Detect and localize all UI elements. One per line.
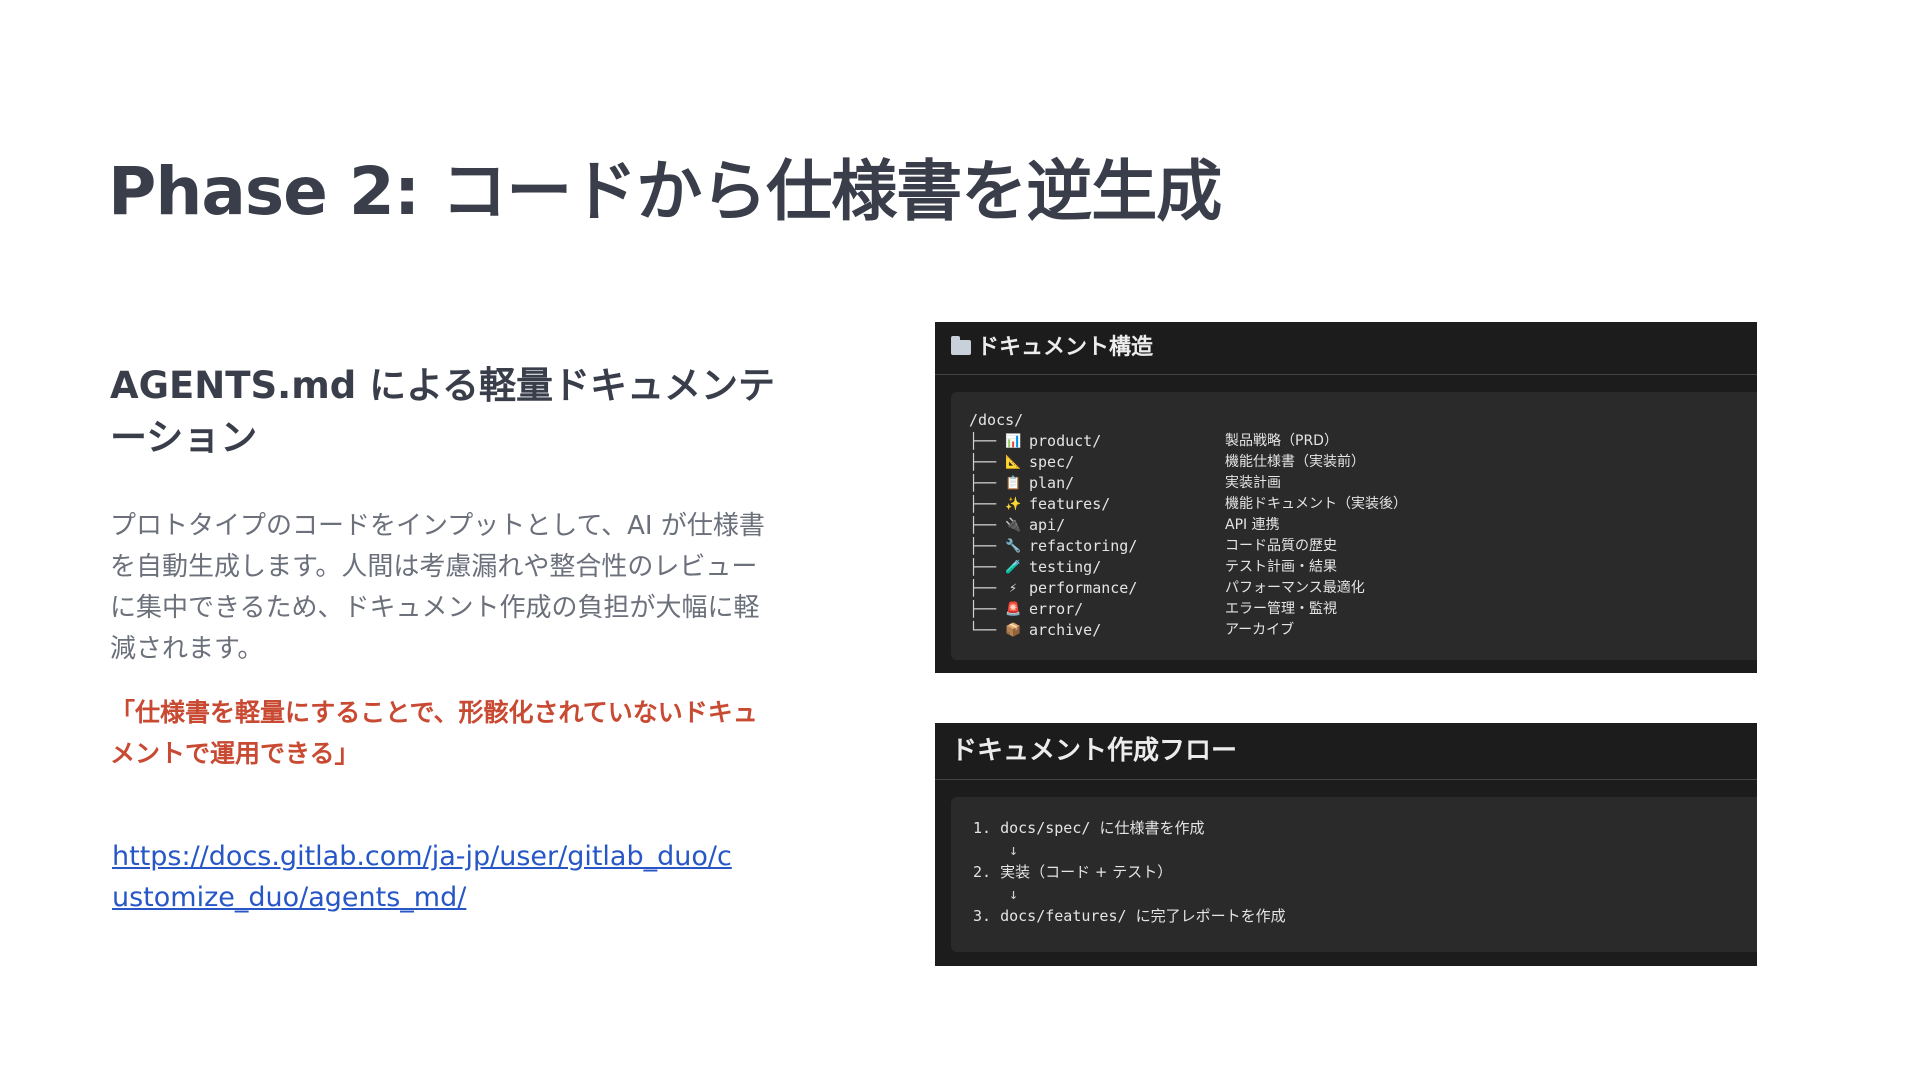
document-structure-panel: ドキュメント構造 /docs/ ├── 📊 product/製品戦略（PRD） ├──… (935, 322, 1757, 673)
agents-md-docs-link[interactable]: https://docs.gitlab.com/ja-jp/user/gitla… (112, 836, 732, 918)
flow-arrow-down-icon: ↓ (1009, 885, 1019, 903)
flow-step-2: 2. 実装（コード + テスト） (973, 861, 1757, 883)
plug-icon: 🔌 (1005, 518, 1022, 533)
tree-item-name: api/ (1029, 516, 1066, 534)
tree-branch: └── (969, 621, 997, 639)
tree-item-testing: ├── 🧪 testing/テスト計画・結果 (969, 557, 1757, 578)
document-flow-panel: ドキュメント作成フロー 1. docs/spec/ に仕様書を作成 ↓ 2. 実装（… (935, 723, 1757, 966)
folder-icon (951, 336, 971, 355)
tree-item-description: 実装計画 (1225, 475, 1281, 491)
tree-item-name: performance/ (1029, 579, 1138, 597)
tree-item-description: エラー管理・監視 (1225, 601, 1337, 617)
tree-item-description: 機能ドキュメント（実装後） (1225, 496, 1407, 512)
tree-item-plan: ├── 📋 plan/実装計画 (969, 473, 1757, 494)
tree-item-name: spec/ (1029, 453, 1075, 471)
tree-item-refactoring: ├── 🔧 refactoring/コード品質の歴史 (969, 536, 1757, 557)
tree-branch: ├── (969, 453, 997, 471)
tree-branch: ├── (969, 600, 997, 618)
flow-step-number: 2. (973, 863, 1001, 881)
tree-item-performance: ├── ⚡ performance/パフォーマンス最適化 (969, 578, 1757, 599)
tree-branch: ├── (969, 495, 997, 513)
slide: Phase 2: コードから仕様書を逆生成 AGENTS.md による軽量ドキュ… (0, 0, 1920, 1080)
tree-item-name: testing/ (1029, 558, 1102, 576)
document-flow-code-block: 1. docs/spec/ に仕様書を作成 ↓ 2. 実装（コード + テスト） ↓ 3… (951, 797, 1757, 952)
tree-branch: ├── (969, 558, 997, 576)
tree-item-api: ├── 🔌 api/API 連携 (969, 515, 1757, 536)
tree-item-description: 製品戦略（PRD） (1225, 433, 1338, 449)
document-structure-heading: ドキュメント構造 (977, 335, 1154, 360)
flow-step-path: docs/spec/ (1000, 819, 1100, 837)
document-structure-header: ドキュメント構造 (935, 322, 1757, 375)
ruler-icon: 📐 (1005, 455, 1022, 470)
flow-step-path: docs/features/ (1000, 907, 1136, 925)
tree-item-description: アーカイブ (1225, 622, 1295, 638)
wrench-icon: 🔧 (1005, 539, 1022, 554)
tree-item-name: features/ (1029, 495, 1111, 513)
tree-item-spec: ├── 📐 spec/機能仕様書（実装前） (969, 452, 1757, 473)
flow-step-text: に完了レポートを作成 (1135, 907, 1286, 925)
siren-icon: 🚨 (1005, 602, 1022, 617)
clipboard-icon: 📋 (1005, 476, 1022, 491)
tree-branch: ├── (969, 579, 997, 597)
section-subtitle: AGENTS.md による軽量ドキュメンテーション (110, 364, 775, 459)
tree-branch: ├── (969, 537, 997, 555)
flow-step-3: 3. docs/features/ に完了レポートを作成 (973, 905, 1757, 927)
description-text: プロトタイプのコードをインプットとして、AI が仕様書を自動生成します。人間は考… (110, 511, 765, 664)
tree-item-archive: └── 📦 archive/アーカイブ (969, 620, 1757, 641)
tree-item-name: archive/ (1029, 621, 1102, 639)
tree-item-description: 機能仕様書（実装前） (1225, 454, 1365, 470)
flow-step-number: 3. (973, 907, 1001, 925)
sparkles-icon: ✨ (1005, 497, 1022, 512)
tree-list: ├── 📊 product/製品戦略（PRD） ├── 📐 spec/機能仕様書（実装前）… (969, 431, 1757, 641)
tree-item-name: plan/ (1029, 474, 1075, 492)
package-icon: 📦 (1005, 623, 1022, 638)
tree-item-name: refactoring/ (1029, 537, 1138, 555)
flow-arrow-down-icon: ↓ (1009, 841, 1019, 859)
tree-branch: ├── (969, 432, 997, 450)
chart-icon: 📊 (1005, 434, 1022, 449)
tree-item-product: ├── 📊 product/製品戦略（PRD） (969, 431, 1757, 452)
tree-item-name: error/ (1029, 600, 1084, 618)
flow-step-number: 1. (973, 819, 1001, 837)
document-flow-heading: ドキュメント作成フロー (935, 723, 1757, 780)
test-tube-icon: 🧪 (1005, 560, 1022, 575)
tree-item-description: API 連携 (1225, 517, 1280, 533)
tree-item-name: product/ (1029, 432, 1102, 450)
document-tree-code-block: /docs/ ├── 📊 product/製品戦略（PRD） ├── 📐 spec/機能仕… (951, 392, 1757, 660)
flow-step-text: 実装（コード + テスト） (1000, 863, 1173, 881)
lightning-icon: ⚡ (1009, 581, 1017, 596)
highlight-quote: 「仕様書を軽量にすることで、形骸化されていないドキュメントで運用できる」 (110, 698, 758, 768)
tree-branch: ├── (969, 474, 997, 492)
tree-branch: ├── (969, 516, 997, 534)
tree-item-description: コード品質の歴史 (1225, 538, 1337, 554)
tree-root: /docs/ (969, 411, 1024, 429)
page-title: Phase 2: コードから仕様書を逆生成 (108, 153, 1222, 230)
flow-step-1: 1. docs/spec/ に仕様書を作成 (973, 817, 1757, 839)
tree-item-description: テスト計画・結果 (1225, 559, 1337, 575)
left-column: AGENTS.md による軽量ドキュメンテーション プロトタイプのコードをインプ… (110, 360, 780, 774)
tree-item-description: パフォーマンス最適化 (1225, 580, 1365, 596)
tree-item-features: ├── ✨ features/機能ドキュメント（実装後） (969, 494, 1757, 515)
flow-step-text: に仕様書を作成 (1099, 819, 1205, 837)
tree-item-error: ├── 🚨 error/エラー管理・監視 (969, 599, 1757, 620)
